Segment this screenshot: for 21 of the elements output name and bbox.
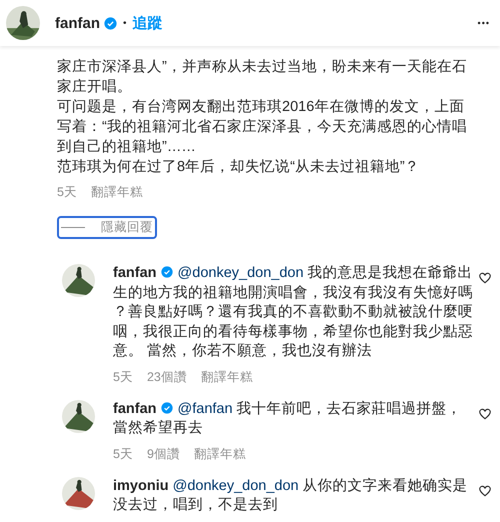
more-options-button[interactable]: ••• — [478, 18, 490, 28]
mention-link[interactable]: @fanfan — [178, 400, 233, 416]
username-link[interactable]: fanfan — [113, 265, 156, 281]
username-link[interactable]: imyoniu — [113, 478, 169, 494]
heart-icon[interactable] — [478, 484, 492, 498]
timestamp: 5天 — [113, 370, 133, 384]
timestamp: 5天 — [113, 446, 133, 462]
comment-text: imyoniu @donkey_don_don 从你的文字来看她确实是没去过，唱到，不是去到 — [113, 476, 469, 515]
heart-icon[interactable] — [478, 406, 492, 420]
post-paragraph: 家庄市深泽县人”，并声称从未去过当地，盼未来有一天能在石家庄开唱。 — [57, 58, 468, 97]
mention-link[interactable]: @donkey_don_don — [172, 478, 299, 494]
post-paragraph: 可问题是，有台湾网友翻出范玮琪2016年在微博的发文，上面写着：“我的祖籍河北省石家庄深泽县，今天充满感恩的心情唱到自己的祖籍地”…… — [57, 98, 468, 157]
comment-text: fanfan @donkey_don_don 我的意思是我想在爺爺出生的地方我的祖籍地開演唱會，我沒有我沒有失憶好嗎？善良點好嗎？還有我真的不喜歡動不動就被說什麼哽咽，我很正向的看待每樣事物，希望你也能對我少點惡意。 當然，你若不願意，我也沒有辦法 — [113, 264, 474, 361]
username[interactable]: fanfan — [55, 14, 100, 32]
separator-dot: • — [123, 18, 127, 28]
mention-link[interactable]: @donkey_don_don — [178, 265, 304, 281]
timestamp: 5天 — [57, 185, 77, 200]
username-link[interactable]: fanfan — [113, 400, 156, 416]
comment-text: fanfan @fanfan 我十年前吧，去石家莊唱過拼盤，當然希望再去 — [113, 400, 463, 438]
heart-icon[interactable] — [478, 271, 492, 285]
post-paragraph: 范玮琪为何在过了8年后，却失忆说“从未去过祖籍地”？ — [57, 158, 421, 177]
